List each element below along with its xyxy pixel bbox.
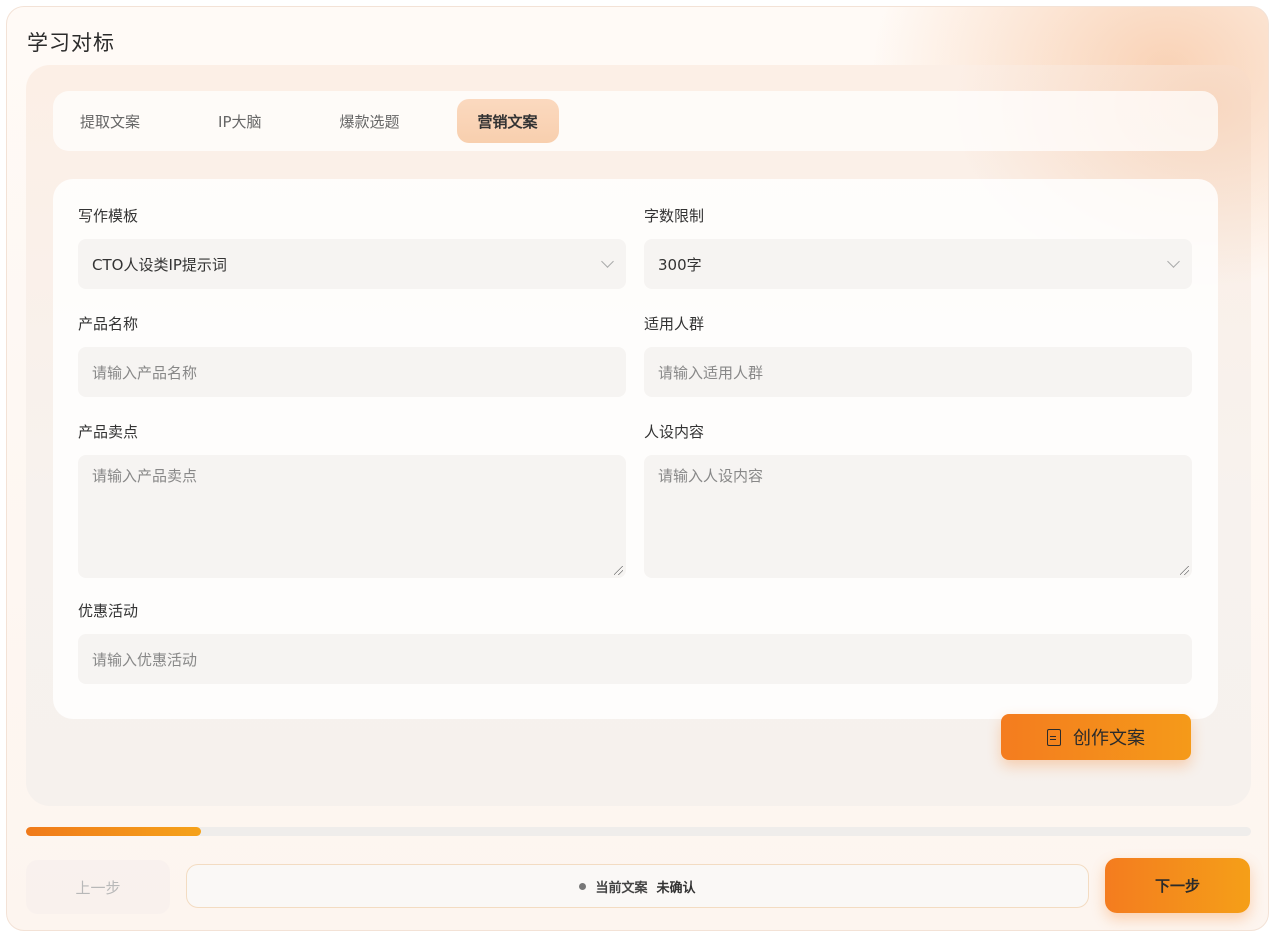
status-value: 未确认 xyxy=(656,880,696,896)
product-name-field: 产品名称 请输入产品名称 xyxy=(78,313,626,397)
tab-bar: 提取文案 IP大脑 爆款选题 营销文案 xyxy=(53,91,1218,151)
main-panel: 提取文案 IP大脑 爆款选题 营销文案 写作模板 CTO人设类IP提示词 字数限… xyxy=(26,65,1251,806)
next-step-button[interactable]: 下一步 xyxy=(1105,858,1250,913)
promotion-label: 优惠活动 xyxy=(78,602,139,620)
tab-extract-copy[interactable]: 提取文案 xyxy=(59,99,161,143)
resize-handle-icon[interactable] xyxy=(614,566,623,575)
create-copy-button[interactable]: 创作文案 xyxy=(1001,714,1191,760)
chevron-down-icon xyxy=(1167,255,1180,268)
target-audience-input[interactable]: 请输入适用人群 xyxy=(644,347,1192,397)
status-label: 当前文案 xyxy=(595,880,648,896)
selling-points-label: 产品卖点 xyxy=(78,423,139,441)
prev-step-button[interactable]: 上一步 xyxy=(26,860,170,914)
writing-template-value: CTO人设类IP提示词 xyxy=(92,255,227,274)
word-limit-label: 字数限制 xyxy=(644,207,705,225)
persona-content-placeholder: 请输入人设内容 xyxy=(658,467,764,485)
writing-template-field: 写作模板 CTO人设类IP提示词 xyxy=(78,205,626,289)
create-copy-label: 创作文案 xyxy=(1073,728,1145,749)
product-name-input[interactable]: 请输入产品名称 xyxy=(78,347,626,397)
writing-template-label: 写作模板 xyxy=(78,207,139,225)
promotion-field: 优惠活动 请输入优惠活动 xyxy=(78,600,1192,684)
word-limit-field: 字数限制 300字 xyxy=(644,205,1192,289)
selling-points-placeholder: 请输入产品卖点 xyxy=(92,467,198,485)
target-audience-field: 适用人群 请输入适用人群 xyxy=(644,313,1192,397)
tab-hot-topics[interactable]: 爆款选题 xyxy=(319,99,421,143)
document-icon xyxy=(1047,728,1061,746)
status-dot-icon xyxy=(579,882,587,890)
persona-content-label: 人设内容 xyxy=(644,423,705,441)
writing-template-select[interactable]: CTO人设类IP提示词 xyxy=(78,239,626,289)
word-limit-select[interactable]: 300字 xyxy=(644,239,1192,289)
promotion-input[interactable]: 请输入优惠活动 xyxy=(78,634,1192,684)
progress-bar xyxy=(26,827,1251,836)
persona-content-textarea[interactable]: 请输入人设内容 xyxy=(644,455,1192,578)
target-audience-label: 适用人群 xyxy=(644,315,705,333)
tab-marketing-copy[interactable]: 营销文案 xyxy=(456,99,559,143)
selling-points-textarea[interactable]: 请输入产品卖点 xyxy=(78,455,626,578)
page-title: 学习对标 xyxy=(27,31,115,55)
persona-content-field: 人设内容 请输入人设内容 xyxy=(644,421,1192,578)
chevron-down-icon xyxy=(601,255,614,268)
form-card: 写作模板 CTO人设类IP提示词 字数限制 300字 产品名称 请输入产品名称 … xyxy=(53,179,1218,719)
app-window: 学习对标 提取文案 IP大脑 爆款选题 营销文案 写作模板 CTO人设类IP提示… xyxy=(6,6,1269,931)
word-limit-value: 300字 xyxy=(658,255,702,274)
resize-handle-icon[interactable] xyxy=(1180,566,1189,575)
progress-fill xyxy=(26,827,202,836)
status-bar: 当前文案 未确认 xyxy=(186,864,1089,908)
product-name-label: 产品名称 xyxy=(78,315,139,333)
tab-ip-brain[interactable]: IP大脑 xyxy=(197,99,282,143)
selling-points-field: 产品卖点 请输入产品卖点 xyxy=(78,421,626,578)
